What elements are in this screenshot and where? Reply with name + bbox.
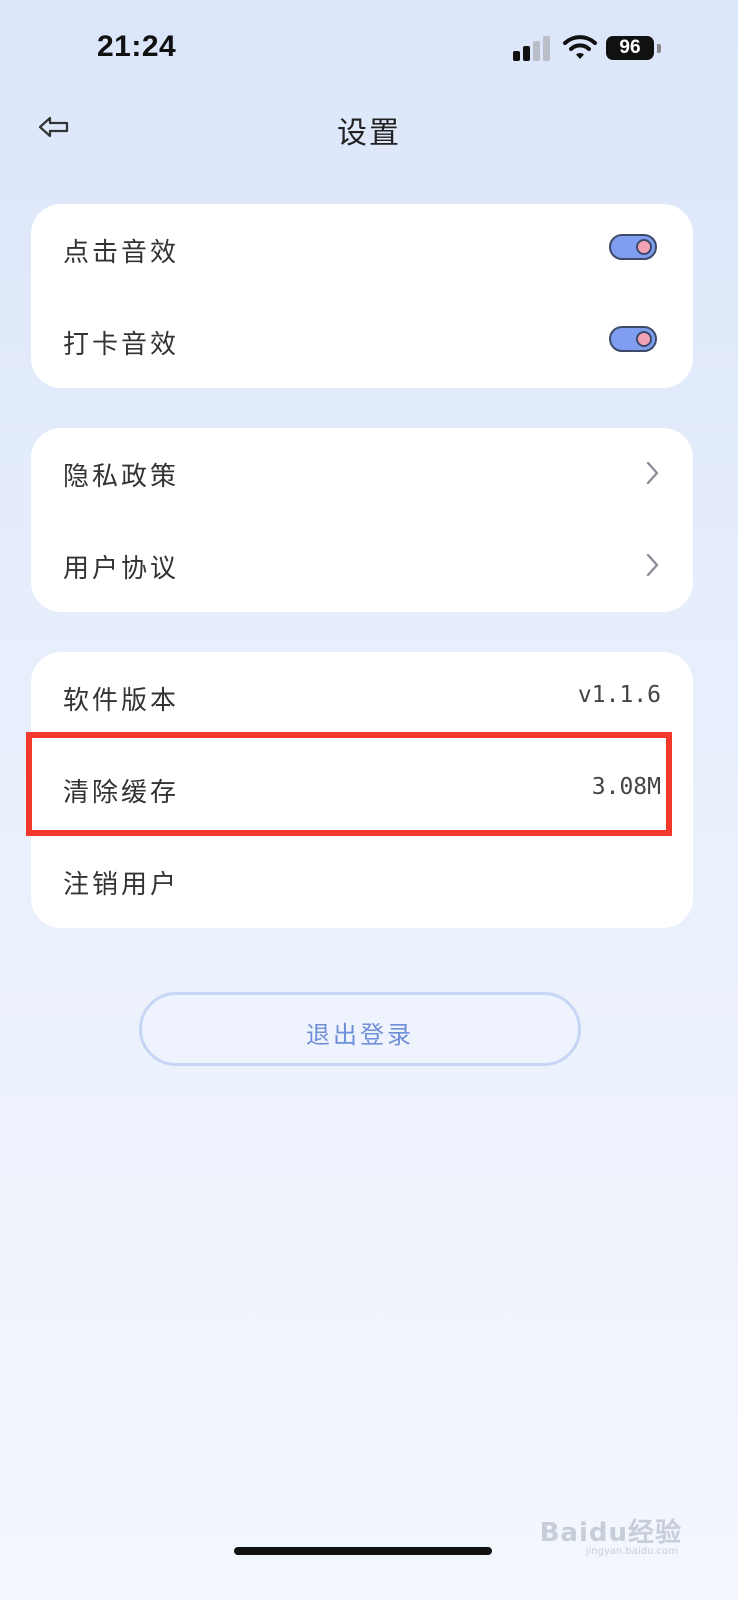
user-agreement-row[interactable]: 用户协议 <box>31 520 693 612</box>
status-bar: 21:24 96 <box>0 0 738 100</box>
click-sound-toggle[interactable] <box>609 234 657 260</box>
click-sound-label: 点击音效 <box>63 238 180 268</box>
user-agreement-label: 用户协议 <box>63 554 180 584</box>
privacy-policy-label: 隐私政策 <box>63 462 180 492</box>
watermark-logo: Baidu经验 <box>539 1518 682 1548</box>
home-indicator[interactable] <box>234 1547 492 1555</box>
highlight-box <box>26 732 672 836</box>
cellular-signal-icon <box>513 35 553 61</box>
watermark-url: jingyan.baidu.com <box>585 1546 678 1557</box>
delete-account-row[interactable]: 注销用户 <box>31 836 693 928</box>
app-version-row: 软件版本 v1.1.6 <box>31 652 693 744</box>
delete-account-label: 注销用户 <box>63 870 180 900</box>
legal-card: 隐私政策 用户协议 <box>31 428 693 612</box>
chevron-right-icon <box>646 461 659 485</box>
wifi-icon <box>563 35 597 59</box>
app-version-value: v1.1.6 <box>577 682 661 708</box>
page-title: 设置 <box>337 116 401 151</box>
status-time: 21:24 <box>97 30 177 63</box>
checkin-sound-toggle[interactable] <box>609 326 657 352</box>
checkin-sound-row: 打卡音效 <box>31 296 693 388</box>
app-version-label: 软件版本 <box>63 686 180 716</box>
logout-label: 退出登录 <box>306 1021 414 1049</box>
checkin-sound-label: 打卡音效 <box>63 330 180 360</box>
chevron-right-icon <box>646 553 659 577</box>
battery-icon: 96 <box>606 36 662 62</box>
battery-level: 96 <box>606 36 654 60</box>
logout-button[interactable]: 退出登录 <box>139 992 581 1066</box>
privacy-policy-row[interactable]: 隐私政策 <box>31 428 693 520</box>
sound-settings-card: 点击音效 打卡音效 <box>31 204 693 388</box>
click-sound-row: 点击音效 <box>31 204 693 296</box>
